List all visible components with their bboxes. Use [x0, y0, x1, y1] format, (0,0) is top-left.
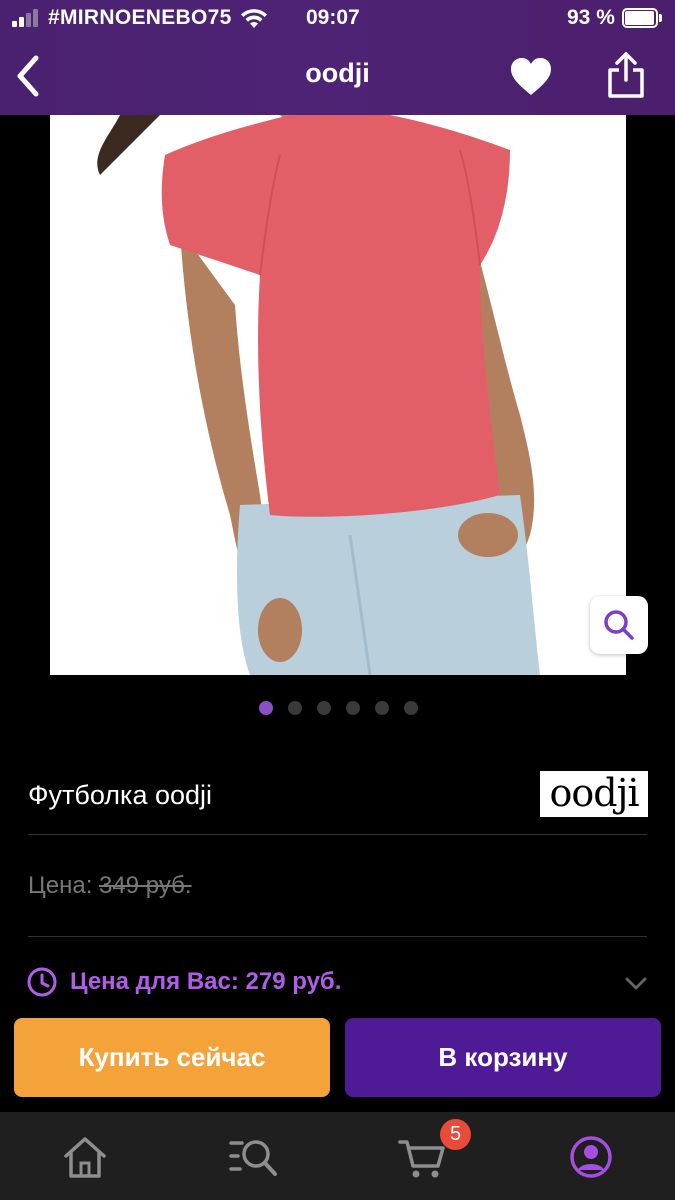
price-row: Цена: 349 руб.	[28, 872, 192, 900]
header: #MIRNOENEBO75 09:07 93 % oodji	[0, 0, 675, 115]
home-icon[interactable]	[60, 1134, 110, 1180]
add-to-cart-button[interactable]: В корзину	[345, 1018, 661, 1097]
your-price-row[interactable]: Цена для Вас: 279 руб.	[26, 966, 651, 1002]
your-price: Цена для Вас: 279 руб.	[70, 968, 342, 995]
price-label: Цена:	[28, 872, 93, 899]
gallery-dot[interactable]	[346, 701, 360, 715]
cellular-signal-icon	[12, 9, 40, 27]
divider	[28, 936, 647, 937]
carrier-name: #MIRNOENEBO75	[48, 6, 232, 29]
clock-icon	[27, 967, 57, 997]
gallery-dot[interactable]	[375, 701, 389, 715]
cart-count-badge: 5	[440, 1119, 471, 1150]
catalog-search-icon[interactable]	[228, 1134, 278, 1180]
wifi-icon	[241, 9, 267, 28]
favorite-heart-icon[interactable]	[509, 55, 553, 99]
gallery-dot-active[interactable]	[259, 701, 273, 715]
share-icon[interactable]	[604, 50, 648, 100]
page-title: oodji	[305, 58, 370, 88]
product-image-gallery[interactable]	[50, 115, 626, 675]
gallery-dot[interactable]	[404, 701, 418, 715]
chevron-down-icon[interactable]	[624, 972, 648, 994]
battery-icon	[622, 8, 662, 28]
product-photo	[50, 115, 626, 675]
zoom-magnifier-icon	[604, 610, 634, 640]
profile-icon[interactable]	[566, 1134, 616, 1180]
gallery-pagination	[259, 701, 418, 715]
status-bar: #MIRNOENEBO75 09:07 93 %	[0, 0, 675, 36]
clock-time: 09:07	[306, 6, 360, 29]
old-price: 349 руб.	[99, 872, 192, 899]
gallery-dot[interactable]	[317, 701, 331, 715]
divider	[28, 834, 647, 835]
brand-logo[interactable]: oodji	[540, 771, 648, 817]
product-name: Футболка oodji	[28, 780, 213, 810]
battery-percentage: 93 %	[567, 6, 615, 29]
zoom-button[interactable]	[590, 596, 648, 654]
buy-now-button[interactable]: Купить сейчас	[14, 1018, 330, 1097]
gallery-dot[interactable]	[288, 701, 302, 715]
